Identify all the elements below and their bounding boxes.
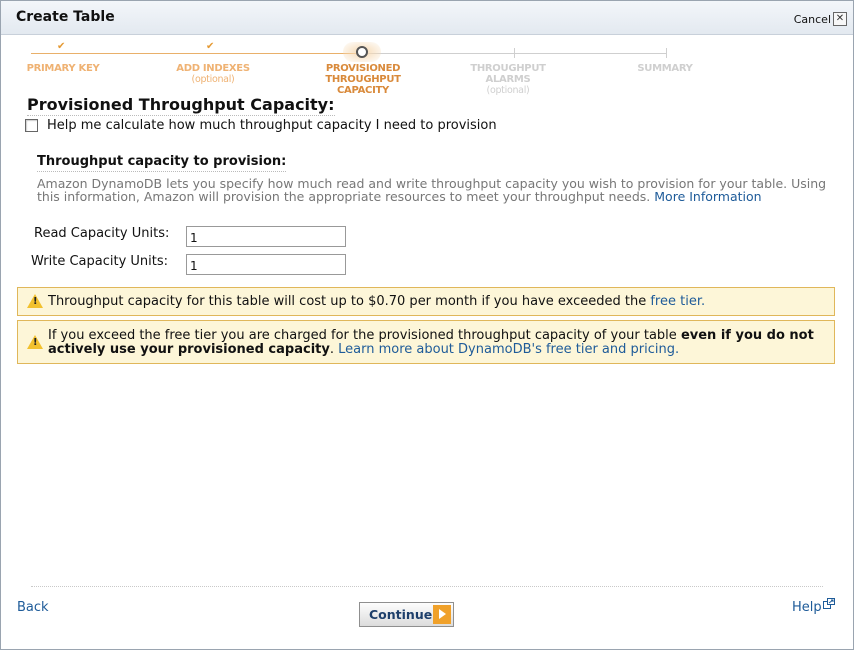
charge-alert-period: . xyxy=(329,342,334,357)
step-label: THROUGHPUT ALARMS xyxy=(470,63,546,85)
throughput-description: Amazon DynamoDB lets you specify how muc… xyxy=(37,177,837,203)
cost-alert: Throughput capacity for this table will … xyxy=(17,287,835,316)
check-icon: ✔ xyxy=(206,41,215,52)
continue-label[interactable]: Continue xyxy=(369,607,432,622)
step-tick xyxy=(514,48,515,58)
continue-button[interactable]: Continue xyxy=(359,602,454,627)
footer-divider xyxy=(31,586,823,587)
write-capacity-label: Write Capacity Units: xyxy=(31,254,169,269)
step-provisioned-throughput: PROVISIONED THROUGHPUT CAPACITY xyxy=(301,63,425,96)
page-heading: Provisioned Throughput Capacity: xyxy=(27,95,335,116)
help-calculate-checkbox[interactable] xyxy=(25,119,38,132)
learn-more-pricing-link[interactable]: Learn more about DynamoDB's free tier an… xyxy=(338,342,679,357)
step-summary: SUMMARY xyxy=(629,63,701,74)
step-optional: (optional) xyxy=(486,85,530,96)
current-step-marker xyxy=(356,46,368,58)
step-add-indexes: ADD INDEXES (optional) xyxy=(173,63,253,85)
step-label: PROVISIONED xyxy=(325,63,401,74)
read-capacity-label: Read Capacity Units: xyxy=(34,226,170,241)
step-label: THROUGHPUT CAPACITY xyxy=(325,74,401,96)
external-link-icon[interactable] xyxy=(823,598,835,609)
write-capacity-input[interactable] xyxy=(186,254,346,275)
progress-track-done xyxy=(31,53,363,54)
charge-alert: If you exceed the free tier you are char… xyxy=(17,320,835,364)
more-information-link[interactable]: More Information xyxy=(654,189,761,204)
step-label: PRIMARY KEY xyxy=(26,63,100,74)
warning-icon xyxy=(27,294,43,308)
back-link[interactable]: Back xyxy=(17,600,49,615)
cancel-link[interactable]: Cancel xyxy=(794,13,831,26)
help-link[interactable]: Help xyxy=(792,600,822,615)
charge-alert-message: If you exceed the free tier you are char… xyxy=(48,328,677,343)
dialog-title: Create Table xyxy=(16,9,115,25)
step-throughput-alarms: THROUGHPUT ALARMS (optional) xyxy=(447,63,569,96)
step-primary-key: PRIMARY KEY xyxy=(23,63,103,74)
cost-alert-text: Throughput capacity for this table will … xyxy=(48,295,705,309)
step-label: ADD INDEXES xyxy=(176,63,250,74)
warning-icon xyxy=(27,335,43,349)
read-capacity-input[interactable] xyxy=(186,226,346,247)
close-icon[interactable]: ✕ xyxy=(833,12,847,26)
create-table-dialog: Create Table Cancel ✕ ✔ ✔ PRIMARY KEY AD… xyxy=(0,0,854,650)
step-tick xyxy=(666,48,667,58)
arrow-right-icon[interactable] xyxy=(433,605,451,624)
throughput-subheading: Throughput capacity to provision: xyxy=(37,154,287,172)
help-calculate-label[interactable]: Help me calculate how much throughput ca… xyxy=(47,118,497,133)
check-icon: ✔ xyxy=(57,41,66,52)
charge-alert-text: If you exceed the free tier you are char… xyxy=(48,329,828,357)
step-label: SUMMARY xyxy=(637,63,693,74)
cost-alert-message: Throughput capacity for this table will … xyxy=(48,294,647,309)
dialog-titlebar: Create Table Cancel ✕ xyxy=(1,1,853,35)
progress-track-todo xyxy=(363,53,667,54)
help-calculate-row[interactable]: Help me calculate how much throughput ca… xyxy=(25,118,497,133)
free-tier-link[interactable]: free tier. xyxy=(650,294,705,309)
step-optional: (optional) xyxy=(191,74,235,85)
